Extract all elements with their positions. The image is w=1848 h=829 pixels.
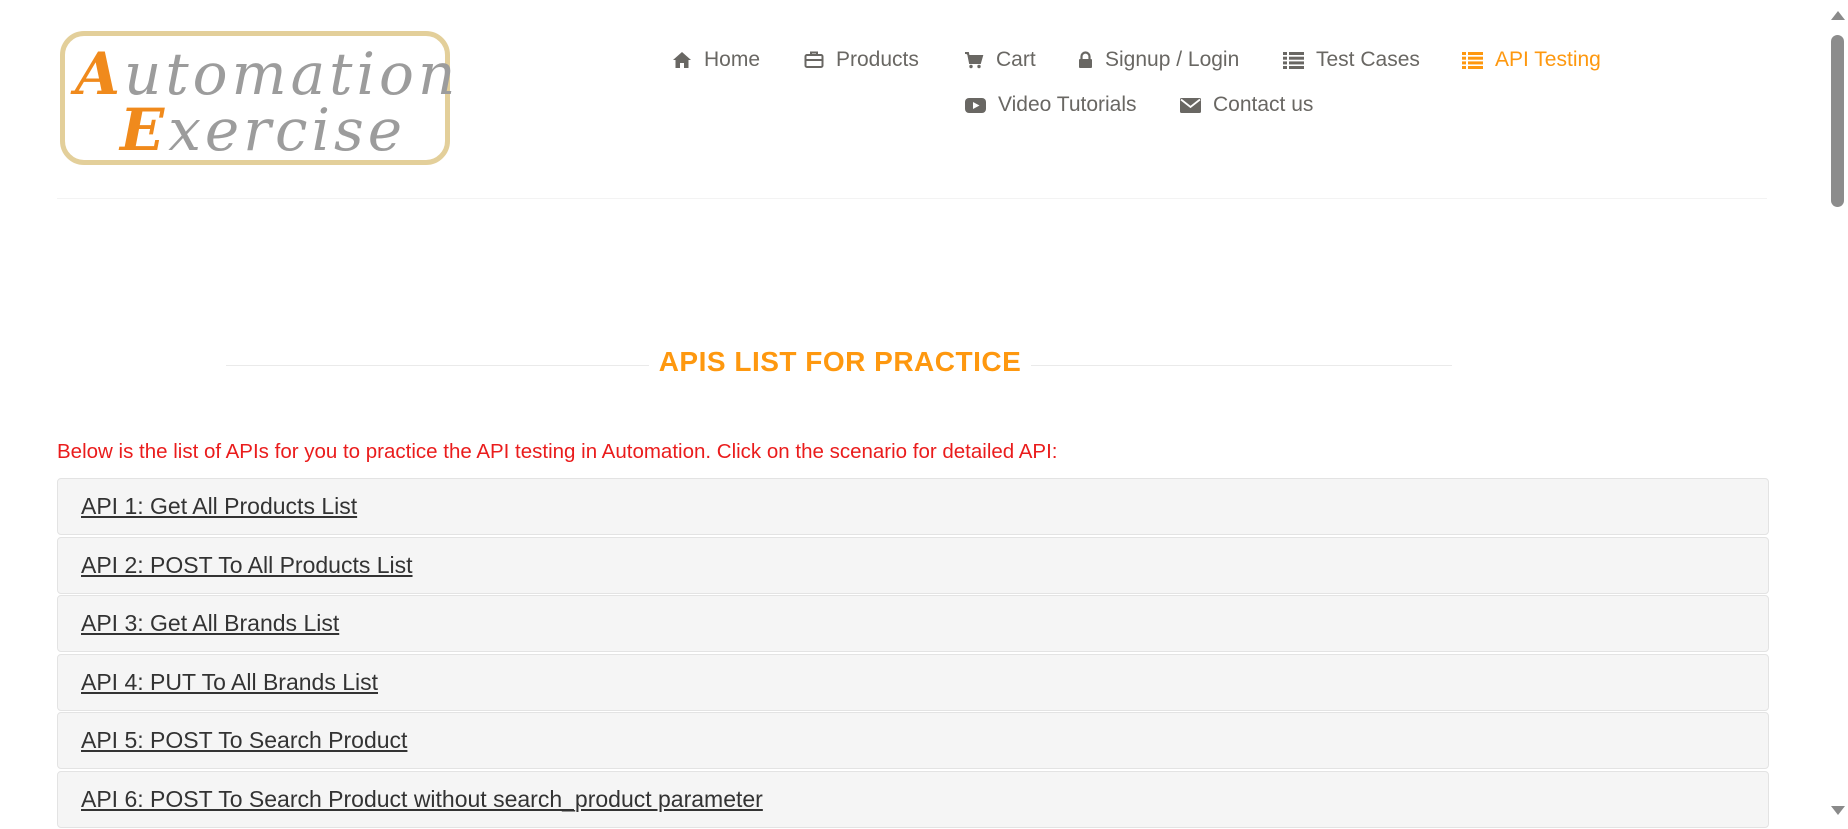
nav-item-label: Home: [704, 48, 761, 71]
scroll-up-arrow-icon[interactable]: [1831, 11, 1845, 20]
vertical-scrollbar[interactable]: [1827, 0, 1848, 827]
api-link-6[interactable]: API 6: POST To Search Product without se…: [81, 786, 763, 813]
page-title: APIS LIST FOR PRACTICE: [0, 346, 1680, 378]
scroll-down-arrow-icon[interactable]: [1831, 806, 1845, 815]
api-row: API 6: POST To Search Product without se…: [57, 770, 1769, 828]
api-row: API 2: POST To All Products List: [57, 536, 1769, 594]
api-row: API 4: PUT To All Brands List: [57, 653, 1769, 711]
api-list: API 1: Get All Products List API 2: POST…: [57, 478, 1769, 829]
nav-item-signup-login[interactable]: Signup / Login: [1078, 48, 1239, 72]
api-row: API 5: POST To Search Product: [57, 712, 1769, 769]
envelope-icon: [1180, 97, 1201, 114]
cart-icon: [964, 51, 984, 69]
nav-item-label: Contact us: [1213, 93, 1314, 116]
youtube-play-icon: [965, 97, 986, 114]
briefcase-icon: [804, 51, 824, 69]
api-row: API 1: Get All Products List: [57, 478, 1769, 535]
nav-item-label: Test Cases: [1316, 48, 1420, 71]
header-divider: [57, 198, 1767, 199]
logo-line-2: Exercise: [120, 96, 407, 164]
nav-item-products[interactable]: Products: [804, 48, 919, 72]
nav-item-video-tutorials[interactable]: Video Tutorials: [965, 93, 1137, 117]
list-icon: [1462, 51, 1483, 69]
api-link-5[interactable]: API 5: POST To Search Product: [81, 727, 407, 754]
nav-item-cart[interactable]: Cart: [964, 48, 1036, 72]
api-link-1[interactable]: API 1: Get All Products List: [81, 493, 357, 520]
api-link-2[interactable]: API 2: POST To All Products List: [81, 552, 413, 579]
scrollbar-thumb[interactable]: [1831, 35, 1844, 207]
nav-item-label: Video Tutorials: [998, 93, 1137, 116]
api-link-4[interactable]: API 4: PUT To All Brands List: [81, 669, 378, 696]
nav-item-api-testing[interactable]: API Testing: [1462, 48, 1601, 72]
nav-item-label: Signup / Login: [1105, 48, 1240, 71]
site-logo[interactable]: Automation Exercise: [60, 31, 455, 165]
nav-item-home[interactable]: Home: [672, 48, 760, 72]
nav-item-contact-us[interactable]: Contact us: [1180, 93, 1313, 117]
lock-icon: [1078, 51, 1093, 69]
api-row: API 3: Get All Brands List: [57, 595, 1769, 652]
nav-item-label: API Testing: [1495, 48, 1601, 71]
home-icon: [672, 51, 692, 69]
api-link-3[interactable]: API 3: Get All Brands List: [81, 610, 339, 637]
nav-item-label: Products: [836, 48, 919, 71]
list-icon: [1283, 51, 1304, 69]
nav-item-test-cases[interactable]: Test Cases: [1283, 48, 1420, 72]
nav-item-label: Cart: [996, 48, 1036, 71]
page: Automation Exercise Home Products Cart S…: [0, 0, 1827, 829]
intro-text: Below is the list of APIs for you to pra…: [57, 440, 1058, 463]
